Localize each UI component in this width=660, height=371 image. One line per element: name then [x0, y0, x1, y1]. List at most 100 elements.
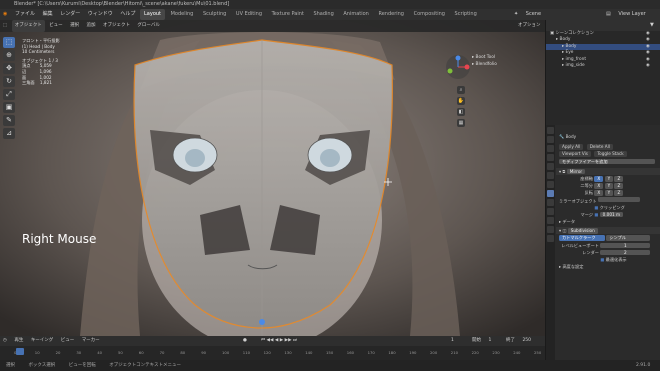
transform-orientation[interactable]: グローバル	[134, 20, 162, 32]
3d-viewport[interactable]: ⬚ オブジェクト ビュー 選択 追加 オブジェクト グローバル オプション ⬚ …	[0, 20, 545, 350]
mode-select[interactable]: オブジェクト	[11, 20, 45, 32]
menu-window[interactable]: ウィンドウ	[85, 9, 116, 20]
workspace-tab-texture-paint[interactable]: Texture Paint	[268, 9, 308, 20]
workspace-tab-shading[interactable]: Shading	[309, 9, 337, 20]
end-frame-field[interactable]: 終了 250	[500, 336, 537, 346]
flip-y-toggle[interactable]: Y	[604, 190, 614, 196]
apply-all-button[interactable]: Apply All	[559, 144, 584, 151]
workspace-tab-animation[interactable]: Animation	[339, 9, 373, 20]
outliner-item[interactable]: ▸ img_side ◉	[546, 63, 660, 69]
data-tab-icon[interactable]	[547, 226, 554, 233]
axis-x-toggle[interactable]: X	[594, 175, 604, 182]
workspace-tab-compositing[interactable]: Compositing	[410, 9, 449, 20]
levels-viewport-field[interactable]: 1	[600, 242, 651, 249]
physics-tab-icon[interactable]	[547, 208, 554, 215]
current-frame-field[interactable]: 1	[448, 336, 457, 346]
bisect-y-toggle[interactable]: Y	[604, 183, 614, 189]
subdivision-modifier-header[interactable]: ▾ ◫ Subdivision	[556, 227, 660, 235]
workspace-tab-uv-editing[interactable]: UV Editing	[232, 9, 266, 20]
blender-logo-icon[interactable]: ◉	[0, 9, 10, 20]
flip-z-toggle[interactable]: Z	[614, 190, 624, 196]
advanced-panel[interactable]: ▸ 高度な設定	[556, 263, 660, 270]
workspace-tab-layout[interactable]: Layout	[140, 9, 166, 20]
sidebar-item-blendfolio[interactable]: ▸ Blendfolio	[472, 61, 497, 68]
merge-checkbox[interactable]: ■	[594, 212, 598, 217]
playhead[interactable]	[16, 348, 24, 355]
filter-icon[interactable]: ▼	[650, 22, 654, 28]
workspace-tab-sculpting[interactable]: Sculpting	[199, 9, 230, 20]
scale-tool-icon[interactable]: ⤢	[3, 89, 15, 100]
menu-object[interactable]: オブジェクト	[100, 20, 133, 32]
render-levels-field[interactable]: 2	[600, 249, 651, 256]
output-tab-icon[interactable]	[547, 145, 554, 152]
menu-edit[interactable]: 編集	[40, 9, 56, 20]
grid-toggle-icon[interactable]: ▦	[457, 119, 465, 127]
workspace-tab-modeling[interactable]: Modeling	[167, 9, 198, 20]
playback-controls[interactable]: ⏮ ◀◀ ◀ ▶ ▶▶ ⏭	[258, 336, 300, 346]
menu-render[interactable]: レンダー	[57, 9, 83, 20]
pan-hand-icon[interactable]: ✋	[457, 97, 465, 105]
options-button[interactable]: オプション	[515, 20, 544, 32]
timeline-menu-keying[interactable]: キーイング	[28, 336, 57, 346]
delete-all-button[interactable]: Delete All	[586, 144, 613, 151]
view-layer-selector[interactable]: ▤ View Layer	[600, 9, 652, 20]
outliner[interactable]: ▼ ▣ シーンコレクション ◉ ▸ Body ◉ ▸ Body ◉ ▸ Eye ◉ ▸ img_…	[545, 20, 660, 125]
object-name[interactable]: Body	[566, 134, 577, 139]
timeline-menu-playback[interactable]: 再生	[11, 336, 26, 346]
cursor-tool-icon[interactable]: ⊕	[3, 50, 15, 61]
properties-editor[interactable]: 🔧 Body Apply All Delete All Viewport Vis…	[545, 125, 660, 360]
timeline-menu-view[interactable]: ビュー	[58, 336, 78, 346]
mirror-modifier-name[interactable]: Mirror	[566, 168, 586, 175]
menu-view[interactable]: ビュー	[46, 20, 66, 32]
scene-tab-icon[interactable]	[547, 163, 554, 170]
modifier-tab-icon[interactable]	[547, 190, 554, 197]
catmull-clark-toggle[interactable]: カトマルクラーク	[559, 235, 605, 242]
menu-add[interactable]: 追加	[84, 20, 99, 32]
start-frame-field[interactable]: 開始 1	[466, 336, 497, 346]
world-tab-icon[interactable]	[547, 172, 554, 179]
record-button[interactable]: ●	[240, 336, 250, 346]
sidebar-item-boot-tool[interactable]: ▸ Boot Tool	[472, 54, 497, 61]
select-tool-icon[interactable]: ⬚	[3, 37, 15, 48]
camera-icon[interactable]: ◧	[457, 108, 465, 116]
timeline-editor-icon[interactable]: ◷	[0, 336, 10, 346]
transform-tool-icon[interactable]: ▣	[3, 102, 15, 113]
visibility-eye-icon[interactable]: ◉	[646, 63, 650, 69]
scene-selector[interactable]: ✦ Scene	[508, 9, 547, 20]
clipping-checkbox[interactable]: ■	[594, 205, 598, 210]
data-panel[interactable]: ▸ データ	[556, 218, 660, 225]
add-modifier-button[interactable]: モディファイアーを追加	[559, 158, 655, 165]
object-tab-icon[interactable]	[547, 181, 554, 188]
material-tab-icon[interactable]	[547, 235, 554, 242]
subdivision-modifier-name[interactable]: Subdivision	[567, 228, 598, 234]
menu-select[interactable]: 選択	[67, 20, 82, 32]
view-layer-tab-icon[interactable]	[547, 154, 554, 161]
timeline-ruler[interactable]: 0102030405060708090100110120130140150160…	[0, 346, 545, 360]
workspace-tab-scripting[interactable]: Scripting	[451, 9, 481, 20]
navigation-gizmo-icon[interactable]	[445, 54, 471, 80]
move-tool-icon[interactable]: ✥	[3, 63, 15, 74]
merge-distance-field[interactable]: 0.001 m	[599, 211, 624, 218]
axis-y-toggle[interactable]: Y	[604, 175, 614, 182]
tool-tab-icon[interactable]	[547, 127, 554, 134]
toggle-stack-button[interactable]: Toggle Stack	[594, 151, 627, 158]
constraints-tab-icon[interactable]	[547, 217, 554, 224]
simple-toggle[interactable]: シンプル	[606, 235, 651, 242]
zoom-icon[interactable]: ⌕	[457, 86, 465, 94]
annotate-tool-icon[interactable]: ✎	[3, 115, 15, 126]
viewport-vis-button[interactable]: Viewport Vis	[559, 151, 591, 158]
render-tab-icon[interactable]	[547, 136, 554, 143]
bisect-z-toggle[interactable]: Z	[614, 183, 624, 189]
particles-tab-icon[interactable]	[547, 199, 554, 206]
measure-tool-icon[interactable]: ⊿	[3, 128, 15, 139]
workspace-tab-rendering[interactable]: Rendering	[374, 9, 408, 20]
timeline-menu-marker[interactable]: マーカー	[79, 336, 103, 346]
bisect-x-toggle[interactable]: X	[594, 183, 604, 189]
flip-x-toggle[interactable]: X	[594, 190, 604, 196]
editor-type-icon[interactable]: ⬚	[0, 20, 10, 32]
menu-help[interactable]: ヘルプ	[117, 9, 138, 20]
axis-z-toggle[interactable]: Z	[614, 175, 624, 182]
mirror-object-field[interactable]	[598, 196, 641, 203]
rotate-tool-icon[interactable]: ↻	[3, 76, 15, 87]
optimal-display-checkbox[interactable]: ■	[600, 257, 604, 262]
